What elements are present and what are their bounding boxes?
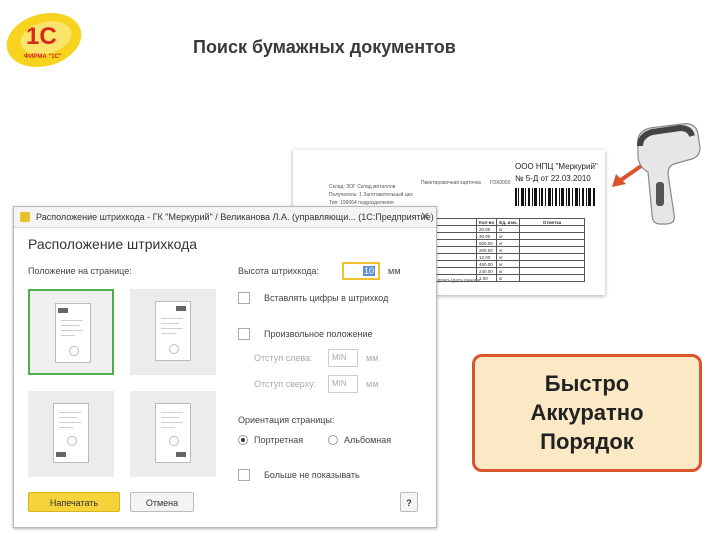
- table-row: 200.00 кг: [433, 246, 586, 254]
- cancel-button[interactable]: Отмена: [130, 492, 194, 512]
- print-button[interactable]: Напечатать: [28, 492, 120, 512]
- table-row: 240.00 кг: [433, 267, 586, 275]
- logo-brand-text: 1С: [26, 23, 57, 50]
- insert-digits-label: Вставлять цифры в штрихкод: [264, 293, 389, 303]
- orientation-label: Ориентация страницы:: [238, 415, 335, 425]
- close-icon[interactable]: ✕: [418, 210, 432, 224]
- table-row: 460.00 кг: [433, 260, 586, 268]
- doc-heading: Пикетировочная карточка: [421, 180, 481, 186]
- doc-meta-2: Получатель: 1 Заготовительный цех: [329, 192, 413, 198]
- 1c-logo: 1С ФИРМА "1С": [6, 13, 82, 67]
- barcode-position-dialog: Расположение штрихкода - ГК "Меркурий" /…: [13, 206, 437, 528]
- position-bottom-left[interactable]: [28, 391, 114, 477]
- table-row: 30.00 кг: [433, 232, 586, 240]
- doc-table: Кол-во Ед. изм. Отметка 20.00 кг 30.00 кг …: [433, 218, 586, 282]
- doc-barcode: [515, 188, 595, 206]
- logo-sub-text: ФИРМА "1С": [24, 54, 62, 60]
- height-value: 10: [362, 266, 375, 276]
- slide-title: Поиск бумажных документов: [193, 37, 456, 57]
- offset-left-label: Отступ слева:: [254, 353, 313, 363]
- offset-left-input[interactable]: MIN: [328, 349, 358, 367]
- landscape-label: Альбомная: [344, 435, 392, 445]
- doc-code: ГОК0000: [490, 180, 511, 186]
- doc-number: № 5-Д от 22.03.2010: [515, 174, 591, 183]
- doc-col-qty: Кол-во: [475, 218, 498, 226]
- doc-col-unit: Ед. изм.: [496, 218, 521, 226]
- app-icon: [20, 212, 30, 222]
- barcode-scanner-icon: [637, 123, 701, 225]
- doc-meta-1: Склад: ЗОГ Склад металлов: [329, 184, 396, 190]
- position-top-left[interactable]: [28, 289, 114, 375]
- custom-position-checkbox[interactable]: [238, 328, 250, 340]
- position-bottom-right[interactable]: [130, 391, 216, 477]
- table-row: 600.00 кг: [433, 239, 586, 247]
- window-titlebar: Расположение штрихкода - ГК "Меркурий" /…: [14, 207, 436, 228]
- portrait-radio[interactable]: [238, 435, 248, 445]
- help-button[interactable]: ?: [400, 492, 418, 512]
- offset-left-unit: мм: [366, 353, 379, 363]
- offset-top-input[interactable]: MIN: [328, 375, 358, 393]
- benefit-order: Порядок: [540, 429, 634, 454]
- portrait-label: Портретная: [254, 435, 304, 445]
- doc-org: ООО НПЦ "Меркурий": [515, 162, 598, 171]
- height-label: Высота штрихкода:: [238, 266, 319, 276]
- dont-show-label: Больше не показывать: [264, 470, 360, 480]
- position-label: Положение на странице:: [28, 266, 132, 276]
- doc-signature: Подпись/дата печати: [431, 278, 480, 284]
- offset-top-unit: мм: [366, 379, 379, 389]
- benefits-callout: Быстро Аккуратно Порядок: [472, 354, 702, 472]
- table-row: 12.00 кг: [433, 253, 586, 261]
- doc-col-mark: Отметка: [519, 218, 586, 226]
- form-title: Расположение штрихкода: [28, 236, 198, 252]
- height-unit: мм: [388, 266, 401, 276]
- insert-digits-checkbox[interactable]: [238, 292, 250, 304]
- position-top-right[interactable]: [130, 289, 216, 375]
- offset-top-label: Отступ сверху:: [254, 379, 317, 389]
- height-input[interactable]: 10: [342, 262, 380, 280]
- benefit-neat: Аккуратно: [530, 400, 644, 425]
- benefit-fast: Быстро: [544, 371, 630, 396]
- custom-position-label: Произвольное положение: [264, 329, 373, 339]
- table-row: 20.00 кг: [433, 225, 586, 233]
- dont-show-checkbox[interactable]: [238, 469, 250, 481]
- window-title: Расположение штрихкода - ГК "Меркурий" /…: [36, 212, 434, 222]
- landscape-radio[interactable]: [328, 435, 338, 445]
